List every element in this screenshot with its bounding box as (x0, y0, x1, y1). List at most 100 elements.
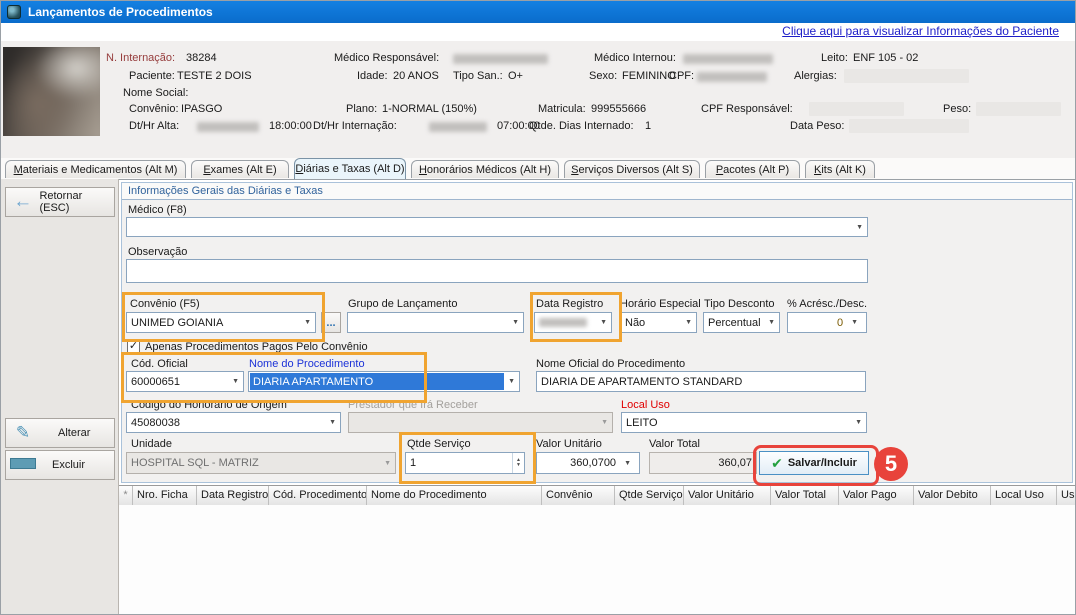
qtde-servico-label: Qtde Serviço (407, 438, 471, 450)
valor-unitario-combobox[interactable]: 360,0700 ▼ (536, 452, 640, 474)
col-valor-pago[interactable]: Valor Pago (839, 486, 914, 506)
convenio-f5-label: Convênio (F5) (130, 298, 200, 310)
nome-oficial-label: Nome Oficial do Procedimento (536, 358, 685, 370)
chevron-down-icon[interactable]: ▼ (325, 419, 340, 426)
window-title: Lançamentos de Procedimentos (28, 5, 213, 19)
apenas-pagos-checkbox[interactable]: ✓ (127, 340, 140, 353)
chevron-down-icon[interactable]: ▼ (764, 319, 779, 326)
convenio-combobox[interactable]: UNIMED GOIANIA ▼ (126, 312, 316, 333)
nome-procedimento-combobox[interactable]: DIARIA APARTAMENTO ▼ (248, 371, 520, 392)
row-marker-icon: * (119, 486, 133, 506)
valor-total-label: Valor Total (649, 438, 700, 450)
col-nro-ficha[interactable]: Nro. Ficha (133, 486, 197, 506)
chevron-down-icon[interactable]: ▼ (504, 378, 519, 385)
dthr-alta-time: 18:00:00 (269, 120, 312, 132)
tab-exames[interactable]: Exames (Alt E) (191, 160, 289, 178)
chevron-down-icon[interactable]: ▼ (852, 224, 867, 231)
spin-down-icon[interactable]: ▼ (516, 463, 521, 468)
plano-value: 1-NORMAL (150%) (382, 103, 477, 115)
dthr-internacao-label: Dt/Hr Internação: (313, 120, 397, 132)
chevron-down-icon[interactable]: ▼ (508, 319, 523, 326)
medico-combobox[interactable]: ▼ (126, 217, 868, 237)
step-badge: 5 (874, 447, 908, 481)
eraser-icon (6, 458, 40, 472)
nome-procedimento-label: Nome do Procedimento (249, 358, 365, 370)
salvar-incluir-button[interactable]: ✔ Salvar/Incluir (759, 451, 869, 475)
tab-diarias-taxas[interactable]: Diárias e Taxas (Alt D) (294, 158, 406, 179)
internacao-value: 38284 (186, 52, 217, 64)
tipo-san-value: O+ (508, 70, 523, 82)
chevron-down-icon[interactable]: ▼ (681, 319, 696, 326)
cod-honorario-combobox[interactable]: 45080038 ▼ (126, 412, 341, 433)
stepper-arrows[interactable]: ▲ ▼ (512, 453, 524, 473)
retornar-button[interactable]: ← Retornar (ESC) (5, 187, 115, 217)
grid-body[interactable] (119, 505, 1076, 615)
col-usuario[interactable]: Usuário (1057, 486, 1076, 506)
col-local-uso[interactable]: Local Uso (991, 486, 1057, 506)
tipo-san-label: Tipo San.: (453, 70, 503, 82)
chevron-down-icon[interactable]: ▼ (851, 419, 866, 426)
qtde-servico-stepper[interactable]: 1 ▲ ▼ (405, 452, 525, 474)
patient-photo (3, 47, 100, 136)
chevron-down-icon: ▼ (380, 460, 395, 467)
col-data-registro[interactable]: Data Registro (197, 486, 269, 506)
chevron-down-icon[interactable]: ▼ (228, 378, 243, 385)
medico-internou-label: Médico Internou: (594, 52, 676, 64)
prestador-combobox: ▼ (348, 412, 613, 433)
observacao-input[interactable] (126, 259, 868, 283)
convenio-browse-button[interactable]: ... (321, 312, 341, 333)
matricula-label: Matricula: (538, 103, 586, 115)
acresc-desc-combobox[interactable]: 0 ▼ (787, 312, 867, 333)
local-uso-combobox[interactable]: LEITO ▼ (621, 412, 867, 433)
sidebar: ← Retornar (ESC) ✎ Alterar Excluir (1, 179, 119, 615)
selected-procedure: DIARIA APARTAMENTO (250, 373, 504, 390)
peso-label: Peso: (943, 103, 971, 115)
paciente-value: TESTE 2 DOIS (177, 70, 252, 82)
grupo-lancamento-label: Grupo de Lançamento (348, 298, 457, 310)
nome-oficial-input[interactable]: DIARIA DE APARTAMENTO STANDARD (536, 371, 866, 392)
patient-info-link[interactable]: Clique aqui para visualizar Informações … (782, 24, 1059, 38)
dias-internado-label: Qtde. Dias Internado: (529, 120, 634, 132)
sexo-value: FEMININO (622, 70, 676, 82)
col-valor-debito[interactable]: Valor Debito (914, 486, 991, 506)
chevron-down-icon[interactable]: ▼ (620, 460, 635, 467)
tab-honorarios-medicos[interactable]: Honorários Médicos (Alt H) (411, 160, 559, 178)
col-qtde-servico[interactable]: Qtde Serviço (615, 486, 684, 506)
apenas-pagos-label: Apenas Procedimentos Pagos Pelo Convênio (145, 341, 368, 353)
chevron-down-icon[interactable]: ▼ (300, 319, 315, 326)
grupo-lancamento-combobox[interactable]: ▼ (347, 312, 524, 333)
leito-label: Leito: (821, 52, 848, 64)
groupbox-caption: Informações Gerais das Diárias e Taxas (122, 183, 1072, 200)
cpf-responsavel-value-box (809, 102, 904, 116)
tipo-desconto-combobox[interactable]: Percentual ▼ (703, 312, 780, 333)
tab-servicos-diversos[interactable]: Serviços Diversos (Alt S) (564, 160, 700, 178)
col-valor-unitario[interactable]: Valor Unitário (684, 486, 771, 506)
col-cod-procedimento[interactable]: Cód. Procedimento (269, 486, 367, 506)
col-nome-procedimento[interactable]: Nome do Procedimento (367, 486, 542, 506)
tab-strip: Materiais e Medicamentos (Alt M) Exames … (1, 158, 1076, 180)
cpf-redacted (697, 72, 767, 82)
title-bar[interactable]: Lançamentos de Procedimentos (1, 1, 1076, 23)
unidade-label: Unidade (131, 438, 172, 450)
sexo-label: Sexo: (589, 70, 617, 82)
chevron-down-icon[interactable]: ▼ (847, 319, 862, 326)
col-valor-total[interactable]: Valor Total (771, 486, 839, 506)
data-peso-label: Data Peso: (790, 120, 844, 132)
idade-label: Idade: (357, 70, 388, 82)
tab-materiais-medicamentos[interactable]: Materiais e Medicamentos (Alt M) (5, 160, 186, 178)
tab-pacotes[interactable]: Pacotes (Alt P) (705, 160, 800, 178)
chevron-down-icon[interactable]: ▼ (596, 319, 611, 326)
medico-internou-redacted (683, 54, 773, 64)
local-uso-label: Local Uso (621, 399, 670, 411)
alterar-button[interactable]: ✎ Alterar (5, 418, 115, 448)
dias-internado-value: 1 (645, 120, 651, 132)
alergias-label: Alergias: (794, 70, 837, 82)
tab-kits[interactable]: Kits (Alt K) (805, 160, 875, 178)
green-check-icon: ✔ (771, 455, 783, 472)
excluir-button[interactable]: Excluir (5, 450, 115, 480)
col-convenio[interactable]: Convênio (542, 486, 615, 506)
data-registro-combobox[interactable]: ▼ (534, 312, 612, 333)
plano-label: Plano: (346, 103, 377, 115)
horario-especial-combobox[interactable]: Não ▼ (620, 312, 697, 333)
cod-oficial-combobox[interactable]: 60000651 ▼ (126, 371, 244, 392)
